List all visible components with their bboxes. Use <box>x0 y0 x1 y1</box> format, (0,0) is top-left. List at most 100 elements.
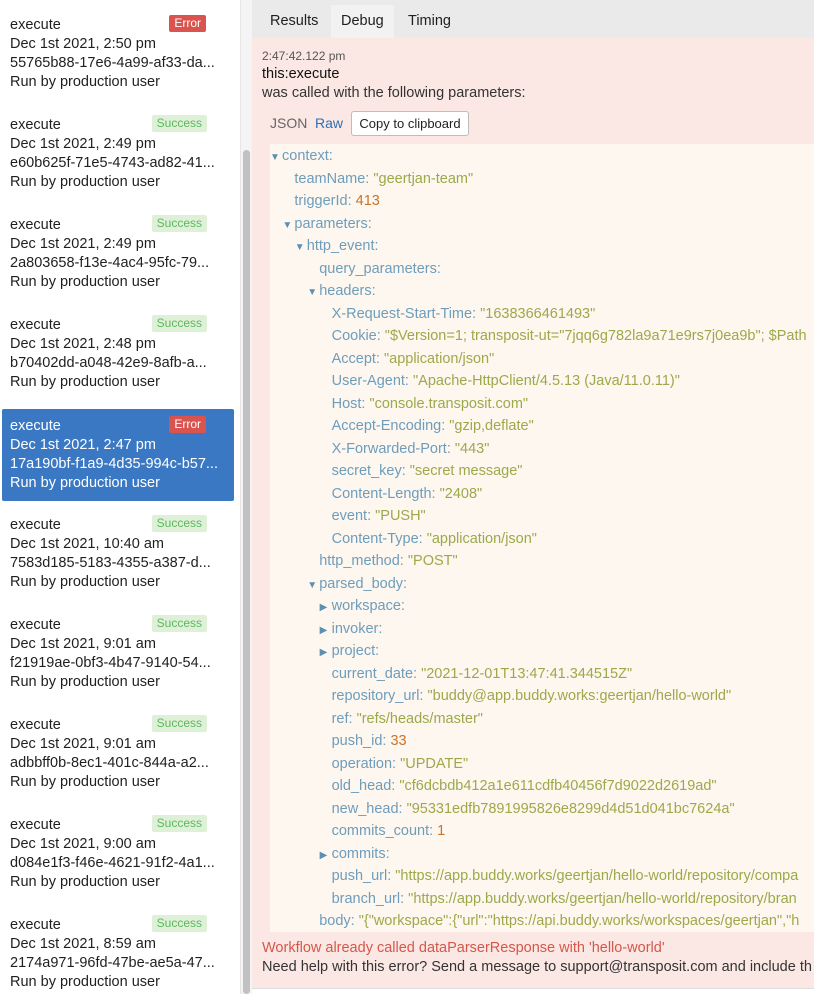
tree-key: Host: <box>331 395 366 412</box>
run-date: Dec 1st 2021, 2:47 pm <box>10 437 156 453</box>
tree-key: teamName: <box>294 170 370 187</box>
tree-node[interactable]: ▼ context: <box>270 147 333 167</box>
tree-node[interactable]: ▼ headers: <box>307 282 375 302</box>
tree-key: ref: <box>331 710 353 727</box>
tree-key: triggerId: <box>294 193 352 209</box>
caret-down-icon[interactable]: ▼ <box>282 217 294 235</box>
caret-right-icon[interactable]: ▶ <box>320 847 332 865</box>
run-item[interactable]: execute Success Dec 1st 2021, 9:00 am d0… <box>2 800 234 892</box>
tree-node: X-Forwarded-Port: "443" <box>320 440 490 458</box>
tree-key: X-Forwarded-Port: <box>331 440 451 457</box>
caret-right-icon[interactable]: ▶ <box>320 622 332 640</box>
sidebar-scrollbar[interactable] <box>240 0 252 994</box>
tree-node[interactable]: ▶ project: <box>320 642 380 662</box>
copy-to-clipboard-button[interactable]: Copy to clipboard <box>351 111 469 136</box>
run-date: Dec 1st 2021, 2:48 pm <box>10 336 156 352</box>
run-title: execute <box>10 517 61 533</box>
caret-down-icon[interactable]: ▼ <box>270 149 282 167</box>
view-json-toggle[interactable]: JSON <box>270 115 307 131</box>
run-id: d084e1f3-f46e-4621-91f2-4a1... <box>10 855 215 871</box>
tree-node[interactable]: ▼ http_event: <box>295 237 379 257</box>
run-title: execute <box>10 717 61 733</box>
tree-key: context: <box>282 148 333 164</box>
run-list: execute Error Dec 1st 2021, 2:50 pm 5576… <box>0 0 240 994</box>
tree-node[interactable]: ▶ invoker: <box>320 620 383 640</box>
caret-down-icon[interactable]: ▼ <box>307 284 319 302</box>
tree-key: branch_url: <box>331 890 405 907</box>
run-id: 55765b88-17e6-4a99-af33-da... <box>10 55 215 71</box>
tab-timing[interactable]: Timing <box>398 5 461 38</box>
run-item[interactable]: execute Success Dec 1st 2021, 2:49 pm 2a… <box>2 200 234 292</box>
tree-value: "https://app.buddy.works/geertjan/hello-… <box>395 868 799 884</box>
run-item[interactable]: execute Success Dec 1st 2021, 8:59 am 21… <box>2 900 234 992</box>
run-by: Run by production user <box>10 74 160 90</box>
run-item-selected[interactable]: execute Error Dec 1st 2021, 2:47 pm 17a1… <box>2 409 234 501</box>
status-badge: Success <box>151 515 207 532</box>
run-by: Run by production user <box>10 774 160 790</box>
tab-debug[interactable]: Debug <box>331 5 394 38</box>
caret-right-icon[interactable]: ▶ <box>320 644 332 662</box>
tab-results[interactable]: Results <box>260 5 328 38</box>
tree-node[interactable]: ▼ parsed_body: <box>307 575 407 595</box>
run-title: execute <box>10 617 61 633</box>
run-title: execute <box>10 17 61 33</box>
run-title: execute <box>10 217 61 233</box>
tree-key: Cookie: <box>331 328 381 344</box>
tree-node: new_head: "95331edfb7891995826e8299d4d51… <box>320 800 735 818</box>
run-by: Run by production user <box>10 475 160 491</box>
tree-node: Cookie: "$Version=1; transposit-ut="7jqq… <box>320 327 807 345</box>
tree-node: X-Request-Start-Time: "1638366461493" <box>320 305 596 323</box>
debug-panel: 2:47:42.122 pm this:execute was called w… <box>252 38 814 994</box>
tree-key: Content-Type: <box>331 530 423 547</box>
run-item[interactable]: execute Success Dec 1st 2021, 9:01 am f2… <box>2 600 234 692</box>
caret-down-icon[interactable]: ▼ <box>307 577 319 595</box>
timestamp: 2:47:42.122 pm <box>262 49 346 63</box>
tree-value: "application/json" <box>383 350 495 367</box>
tree-key: push_url: <box>331 868 392 884</box>
scrollbar-thumb[interactable] <box>243 150 250 994</box>
view-raw-toggle[interactable]: Raw <box>315 115 343 131</box>
tree-node: body: "{"workspace":{"url":"https://api.… <box>307 912 799 930</box>
run-title: execute <box>10 817 61 833</box>
function-name: this:execute <box>262 66 340 82</box>
tree-node: ref: "refs/heads/master" <box>320 710 483 728</box>
tree-key: Content-Length: <box>331 485 436 502</box>
tree-key: push_id: <box>331 733 387 749</box>
run-by: Run by production user <box>10 574 160 590</box>
tree-node[interactable]: ▶ workspace: <box>320 597 405 617</box>
run-id: e60b625f-71e5-4743-ad82-41... <box>10 155 215 171</box>
run-item[interactable]: execute Success Dec 1st 2021, 2:49 pm e6… <box>2 100 234 192</box>
tree-node[interactable]: ▶ commits: <box>320 845 390 865</box>
caret-down-icon[interactable]: ▼ <box>295 239 307 257</box>
tree-node: User-Agent: "Apache-HttpClient/4.5.13 (J… <box>320 372 680 390</box>
status-badge: Success <box>151 915 207 932</box>
divider <box>252 988 814 994</box>
tree-node[interactable]: ▼ parameters: <box>282 215 371 235</box>
run-item[interactable]: execute Success Dec 1st 2021, 9:01 am ad… <box>2 700 234 792</box>
error-message: Workflow already called dataParserRespon… <box>262 940 665 956</box>
run-item[interactable]: execute Error Dec 1st 2021, 2:50 pm 5576… <box>2 0 234 92</box>
run-item[interactable]: execute Success Dec 1st 2021, 2:48 pm b7… <box>2 300 234 392</box>
tree-node: Content-Type: "application/json" <box>320 530 537 548</box>
run-date: Dec 1st 2021, 8:59 am <box>10 936 156 952</box>
run-id: 7583d185-5183-4355-a387-d... <box>10 555 211 571</box>
run-title: execute <box>10 117 61 133</box>
status-badge: Success <box>151 715 207 732</box>
help-message: Need help with this error? Send a messag… <box>262 959 812 975</box>
run-item[interactable]: execute Success Dec 1st 2021, 10:40 am 7… <box>2 500 234 592</box>
run-id: b70402dd-a048-42e9-8afb-a... <box>10 355 207 371</box>
tree-node: Host: "console.transposit.com" <box>320 395 528 413</box>
tree-value: "geertjan-team" <box>373 170 474 187</box>
caret-right-icon[interactable]: ▶ <box>320 599 332 617</box>
run-title: execute <box>10 418 61 434</box>
tree-key: secret_key: <box>331 463 406 479</box>
tree-key: http_method: <box>319 553 404 569</box>
tree-key: headers: <box>319 283 376 299</box>
tree-node: current_date: "2021-12-01T13:47:41.34451… <box>320 665 633 683</box>
tree-key: workspace: <box>331 598 405 614</box>
run-id: 2a803658-f13e-4ac4-95fc-79... <box>10 255 210 271</box>
tree-node: operation: "UPDATE" <box>320 755 469 773</box>
main-panel: Results Debug Timing 2:47:42.122 pm this… <box>252 0 814 994</box>
run-id: adbbff0b-8ec1-401c-844a-a2... <box>10 755 209 771</box>
tree-value: 413 <box>355 193 380 209</box>
